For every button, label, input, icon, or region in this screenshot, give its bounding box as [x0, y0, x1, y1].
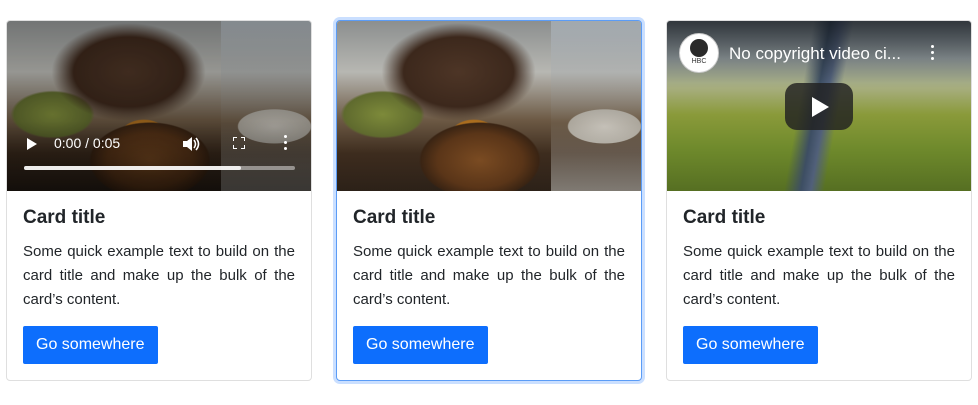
card-title: Card title	[353, 207, 436, 228]
channel-logo-icon	[690, 39, 708, 57]
go-somewhere-button[interactable]: Go somewhere	[353, 326, 488, 364]
go-somewhere-button[interactable]: Go somewhere	[683, 326, 818, 364]
card-text: Some quick example text to build on the …	[683, 243, 955, 308]
play-icon[interactable]	[27, 138, 37, 150]
video-controls: 0:00 / 0:05	[7, 121, 311, 191]
card-video: 0:00 / 0:05 Card title Some quick exampl…	[6, 20, 312, 381]
volume-icon[interactable]	[183, 137, 201, 151]
card-text: Some quick example text to build on the …	[353, 243, 625, 308]
youtube-play-icon[interactable]	[785, 83, 853, 130]
card-image[interactable]: Card title Some quick example text to bu…	[336, 20, 642, 381]
video-time: 0:00 / 0:05	[54, 135, 121, 151]
go-somewhere-button[interactable]: Go somewhere	[23, 326, 158, 364]
youtube-embed[interactable]: HBC No copyright video ci...	[667, 21, 971, 191]
youtube-video-title[interactable]: No copyright video ci...	[729, 44, 901, 64]
card-body: Card title Some quick example text to bu…	[23, 206, 295, 312]
more-vertical-icon[interactable]	[931, 45, 935, 61]
more-vertical-icon[interactable]	[284, 135, 288, 151]
card-title: Card title	[23, 207, 106, 228]
card-title: Card title	[683, 207, 766, 228]
card-body: Card title Some quick example text to bu…	[683, 206, 955, 312]
fullscreen-icon[interactable]	[233, 137, 245, 149]
card-youtube: HBC No copyright video ci... Card title …	[666, 20, 972, 381]
card-image-top	[337, 21, 641, 191]
card-text: Some quick example text to build on the …	[23, 243, 295, 308]
card-body: Card title Some quick example text to bu…	[353, 206, 625, 312]
food-image	[337, 21, 641, 191]
video-player[interactable]: 0:00 / 0:05	[7, 21, 311, 191]
video-progress-fill	[24, 166, 241, 170]
video-progress-bar[interactable]	[24, 166, 295, 170]
channel-avatar[interactable]: HBC	[679, 33, 719, 73]
